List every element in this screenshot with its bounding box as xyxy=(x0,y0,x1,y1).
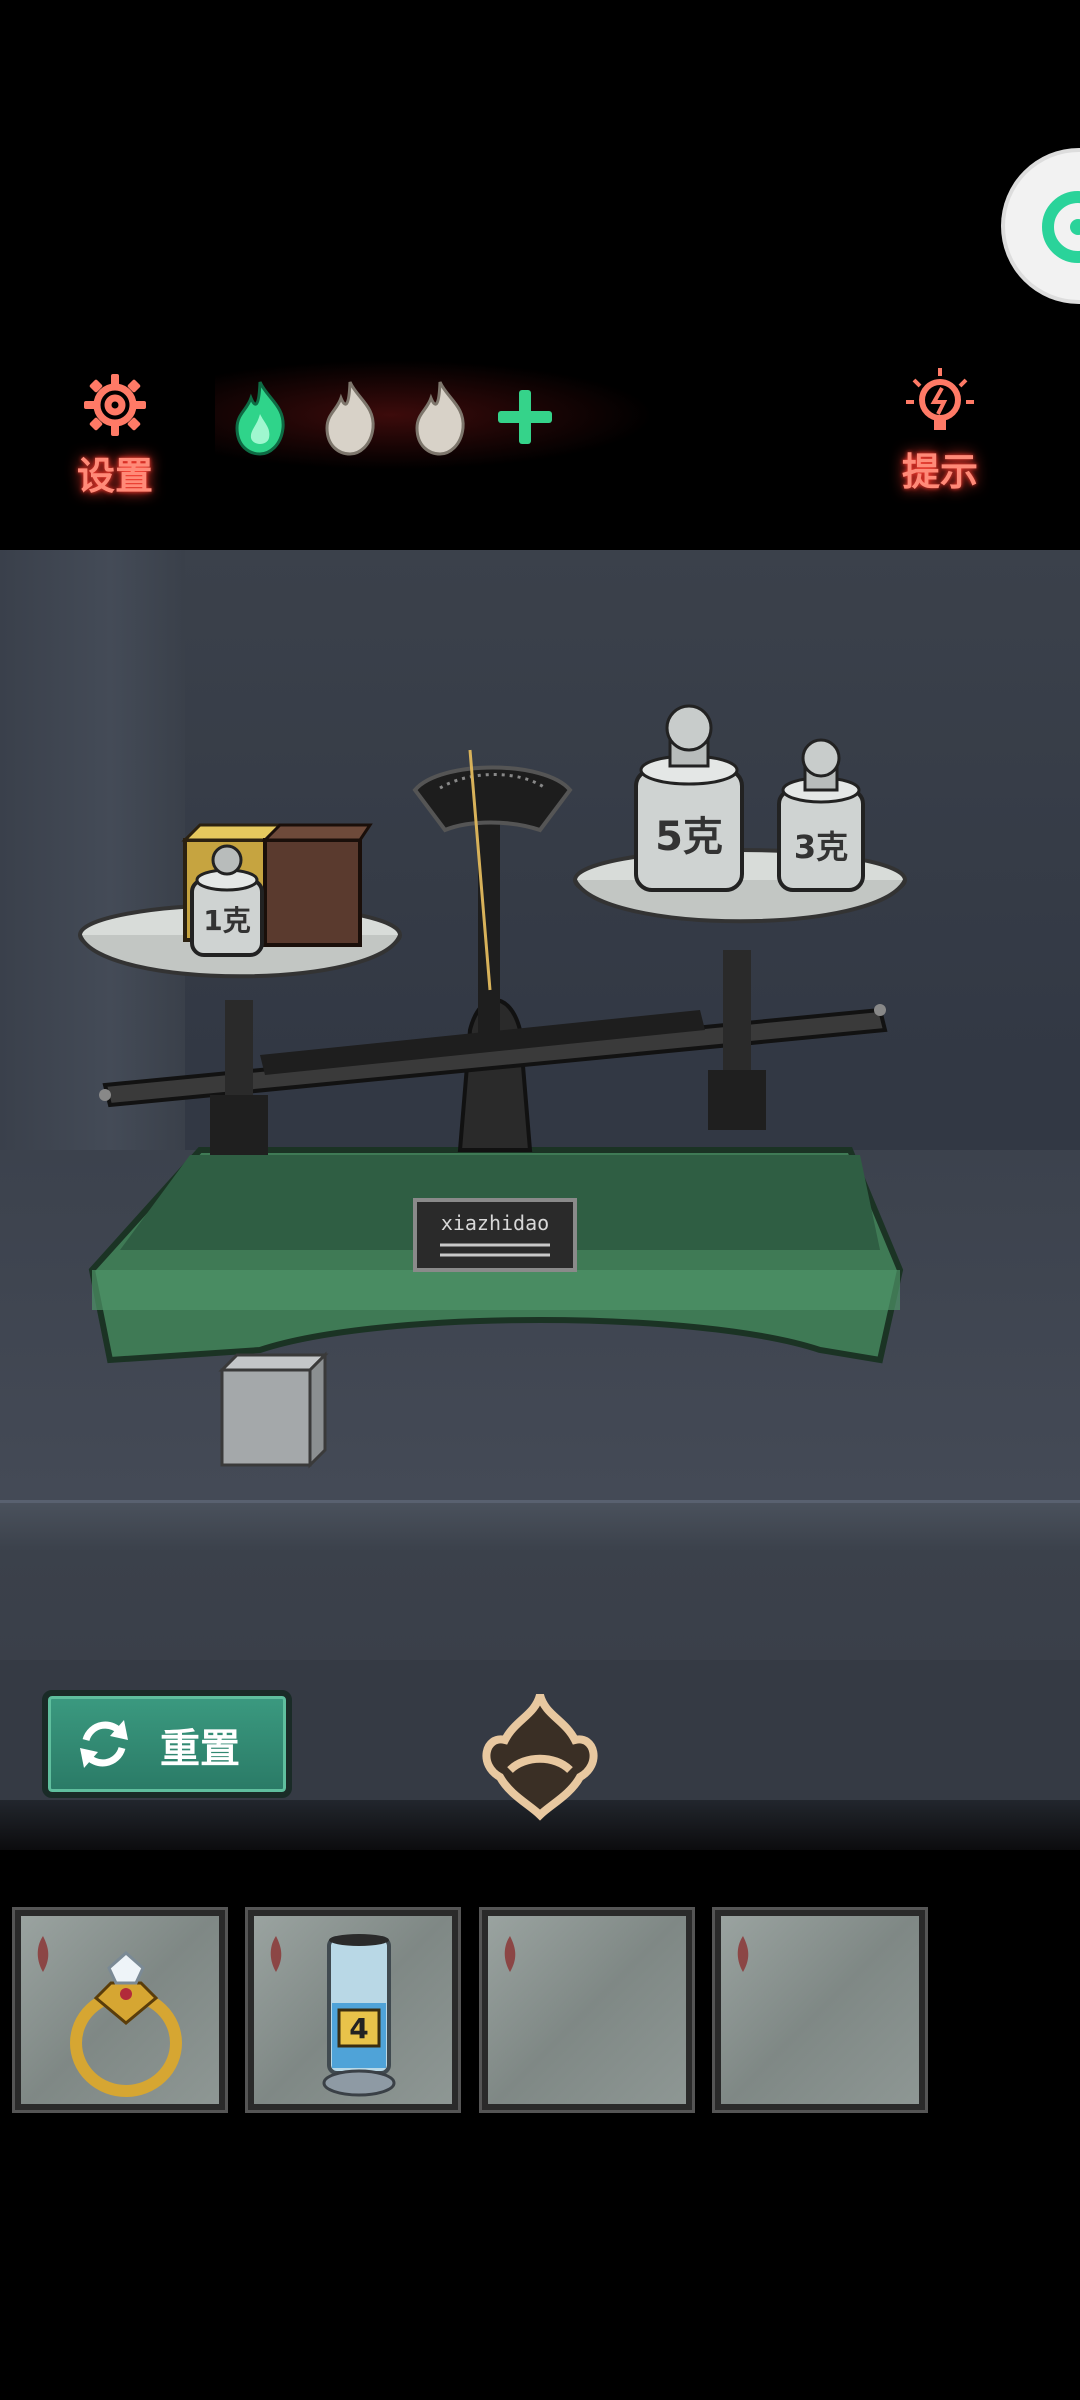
flame-empty-icon xyxy=(415,381,465,456)
weight-5g-label: 5克 xyxy=(655,814,723,860)
tube-label: 4 xyxy=(349,2012,368,2045)
ring-icon xyxy=(70,1950,182,2097)
reset-label: 重置 xyxy=(160,1726,240,1772)
flame-filled-icon xyxy=(235,381,285,456)
game-scene: xiazhidao 1克 5克 3克 xyxy=(0,550,1080,1850)
refresh-icon xyxy=(80,1720,128,1768)
tube-icon: 4 xyxy=(322,1934,396,2097)
gear-icon xyxy=(84,374,146,436)
weight-3g-label: 3克 xyxy=(794,828,848,866)
weight-3g[interactable]: 3克 xyxy=(777,738,865,892)
inventory-slot-2[interactable]: 4 xyxy=(245,1907,461,2113)
lightbulb-icon xyxy=(906,368,974,430)
lives-indicator xyxy=(215,360,655,470)
weight-1g-label: 1克 xyxy=(203,904,250,937)
reset-button[interactable]: 重置 xyxy=(42,1690,292,1798)
inventory-slot-1[interactable] xyxy=(12,1907,228,2113)
hint-button[interactable]: 提示 xyxy=(880,366,1000,496)
refresh-icon xyxy=(1042,191,1080,263)
balance-scale: xiazhidao 1克 5克 3克 xyxy=(78,704,907,1469)
settings-label: 设置 xyxy=(76,454,153,498)
stain-icon xyxy=(504,1936,516,1972)
settings-button[interactable]: 设置 xyxy=(60,370,170,500)
hint-label: 提示 xyxy=(901,450,978,494)
inventory-slot-4[interactable] xyxy=(712,1907,928,2113)
top-bar: 设置 提示 xyxy=(0,0,1080,550)
stain-icon xyxy=(737,1936,749,1972)
weight-5g[interactable]: 5克 xyxy=(634,704,744,892)
emblem-icon xyxy=(482,1693,598,1821)
brand-plate-text: xiazhidao xyxy=(441,1211,549,1235)
flame-empty-icon xyxy=(325,381,375,456)
inventory-bar: 4 xyxy=(0,1850,1080,2400)
inventory-slot-3[interactable] xyxy=(479,1907,695,2113)
gray-cube[interactable] xyxy=(218,1351,329,1469)
plus-icon[interactable] xyxy=(490,382,560,452)
